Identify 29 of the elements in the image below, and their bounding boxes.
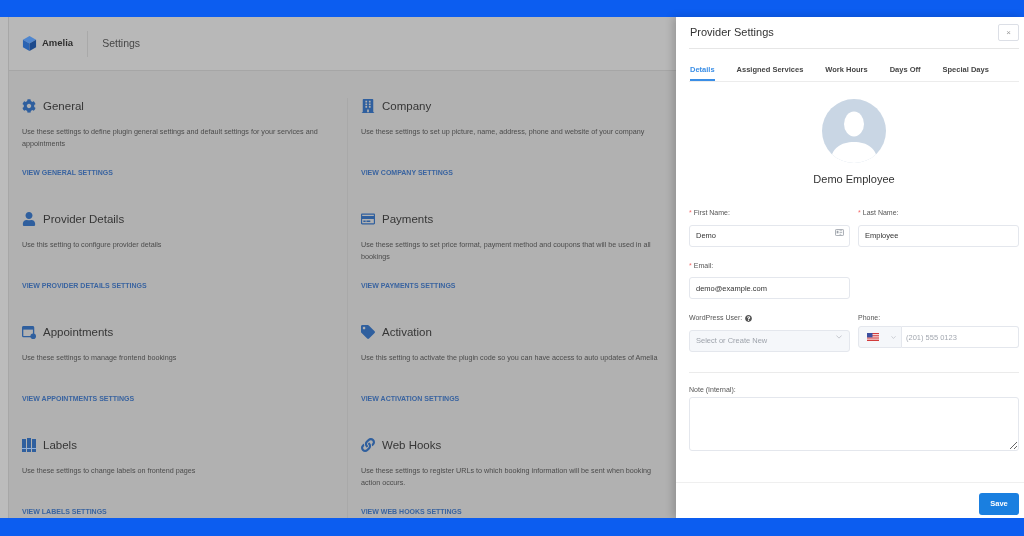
contact-card-icon <box>835 228 844 236</box>
country-code-select[interactable] <box>858 326 902 348</box>
section-title: Activation <box>382 325 432 340</box>
section-title: Provider Details <box>43 212 125 227</box>
help-icon[interactable] <box>745 314 753 322</box>
credit-card-icon <box>361 212 375 226</box>
person-icon <box>22 212 36 226</box>
calendar-icon <box>22 325 36 339</box>
section-title: Web Hooks <box>382 438 442 453</box>
page-title: Settings <box>102 35 141 51</box>
section-title: General <box>43 99 84 114</box>
chevron-down-icon <box>836 335 842 339</box>
books-icon <box>22 438 36 452</box>
drawer-title: Provider Settings <box>689 25 774 41</box>
flag-icon <box>867 333 879 341</box>
cube-logo-icon <box>22 36 37 51</box>
building-icon <box>361 99 375 113</box>
section-title: Labels <box>43 438 77 453</box>
link-icon <box>361 438 375 452</box>
section-title: Payments <box>382 212 434 227</box>
section-title: Company <box>382 99 432 114</box>
tag-icon <box>361 325 375 339</box>
employee-name: Demo Employee <box>813 173 895 186</box>
avatar-silhouette <box>822 99 886 163</box>
close-button[interactable]: × <box>998 24 1019 41</box>
gear-icon <box>22 99 36 113</box>
brand-name: Amelia <box>42 36 74 51</box>
note-field[interactable] <box>689 396 1019 451</box>
section-title: Appointments <box>43 325 114 340</box>
